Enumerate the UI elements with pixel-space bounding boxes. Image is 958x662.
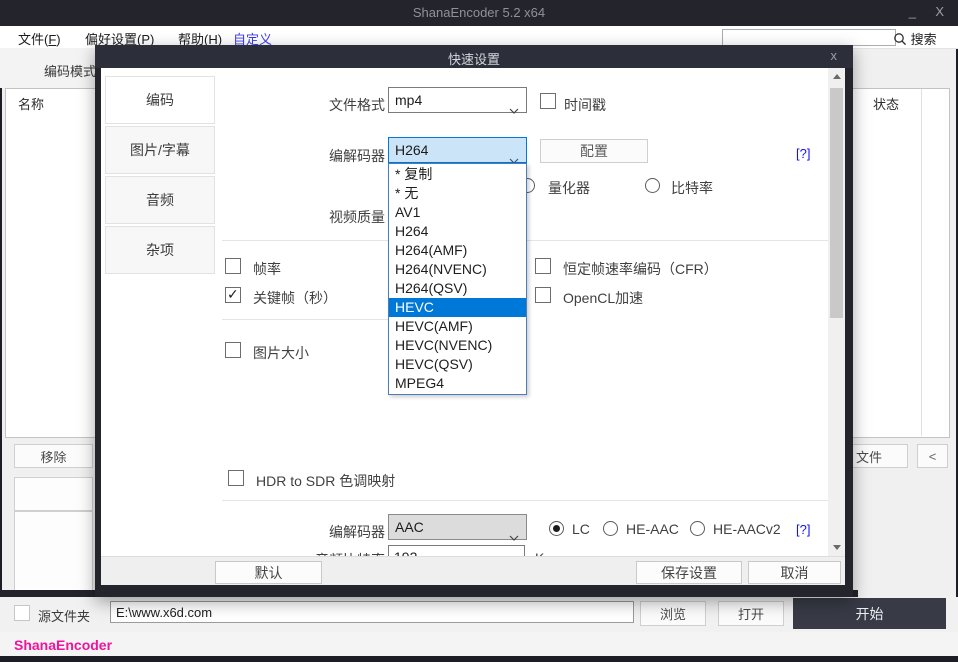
open-button[interactable]: 打开	[718, 601, 784, 626]
start-button[interactable]: 开始	[793, 598, 946, 629]
quantizer-label: 量化器	[548, 178, 590, 198]
audio-codec-select[interactable]: AAC	[388, 514, 527, 540]
codec-select[interactable]: H264	[388, 137, 527, 163]
audio-help-link[interactable]: [?]	[796, 522, 810, 537]
dialog-titlebar: 快速设置 x	[95, 45, 853, 68]
lc-label: LC	[572, 521, 590, 537]
opencl-checkbox[interactable]	[535, 287, 551, 303]
video-quality-label: 视频质量	[221, 207, 385, 227]
bottom-bar: 源文件夹 浏览 打开 开始	[0, 597, 958, 632]
bitrate-label: 比特率	[671, 178, 713, 198]
timestamp-label: 时间戳	[564, 95, 606, 115]
tab-encode-mode[interactable]: 编码模式	[44, 61, 96, 80]
source-folder-checkbox[interactable]	[14, 605, 30, 621]
menu-file[interactable]: 文件(F)	[18, 29, 61, 48]
picture-size-checkbox[interactable]	[225, 342, 241, 358]
quick-settings-dialog: 快速设置 x 编码 图片/字幕 音频 杂项 文件格式 mp4 时间戳 编解码器 …	[95, 45, 853, 597]
preset-box-top	[14, 477, 93, 511]
hdr-label: HDR to SDR 色调映射	[256, 471, 395, 491]
codec-help-link[interactable]: [?]	[796, 146, 810, 161]
default-button[interactable]: 默认	[215, 561, 322, 584]
scroll-up-icon[interactable]	[828, 68, 845, 85]
codec-dropdown-item[interactable]: H264(QSV)	[389, 279, 526, 298]
hdr-checkbox[interactable]	[228, 470, 244, 486]
divider	[222, 240, 838, 241]
preset-box-bottom	[14, 511, 93, 592]
he-aacv2-radio[interactable]	[690, 521, 705, 536]
lc-radio[interactable]	[549, 521, 564, 536]
column-divider	[921, 89, 922, 436]
keyframe-checkbox[interactable]	[225, 287, 241, 303]
codec-dropdown-list: * 复制* 无AV1H264H264(AMF)H264(NVENC)H264(Q…	[388, 163, 527, 395]
chevron-down-icon	[509, 97, 519, 121]
framerate-checkbox[interactable]	[225, 258, 241, 274]
cfr-label: 恒定帧速率编码（CFR）	[563, 259, 718, 279]
column-header-name[interactable]: 名称	[18, 94, 44, 113]
codec-dropdown-item[interactable]: HEVC(NVENC)	[389, 336, 526, 355]
he-aac-label: HE-AAC	[626, 521, 679, 537]
he-aac-radio[interactable]	[603, 521, 618, 536]
cancel-button[interactable]: 取消	[748, 561, 841, 584]
opencl-label: OpenCL加速	[563, 288, 643, 308]
audio-codec-label: 编解码器	[221, 522, 385, 542]
timestamp-checkbox[interactable]	[540, 93, 556, 109]
codec-dropdown-item[interactable]: H264(AMF)	[389, 241, 526, 260]
divider	[222, 500, 838, 501]
codec-dropdown-item[interactable]: HEVC	[389, 298, 526, 317]
file-format-label: 文件格式	[221, 95, 385, 115]
tab-encode[interactable]: 编码	[105, 76, 215, 124]
dialog-close-button[interactable]: x	[831, 48, 838, 63]
dialog-footer: 默认 保存设置 取消	[101, 556, 845, 585]
search-label: 搜索	[911, 32, 937, 47]
cfr-checkbox[interactable]	[535, 258, 551, 274]
codec-dropdown-item[interactable]: HEVC(AMF)	[389, 317, 526, 336]
codec-dropdown-item[interactable]: * 复制	[389, 165, 526, 184]
codec-dropdown-item[interactable]: H264(NVENC)	[389, 260, 526, 279]
search-input[interactable]	[722, 29, 896, 46]
codec-dropdown-item[interactable]: MPEG4	[389, 374, 526, 393]
remove-button[interactable]: 移除	[14, 444, 93, 468]
he-aacv2-label: HE-AACv2	[713, 521, 781, 537]
window-border-bottom	[0, 656, 958, 662]
codec-dropdown-item[interactable]: * 无	[389, 184, 526, 203]
minimize-button[interactable]: _	[909, 4, 916, 19]
source-folder-label: 源文件夹	[38, 606, 90, 625]
column-header-status[interactable]: 状态	[873, 94, 899, 113]
tab-picture-subtitle[interactable]: 图片/字幕	[105, 126, 215, 174]
dialog-scrollbar[interactable]	[828, 68, 845, 556]
window-border-left	[0, 26, 2, 656]
tab-audio[interactable]: 音频	[105, 176, 215, 224]
titlebar: ShanaEncoder 5.2 x64 _ X	[0, 0, 958, 26]
source-path-input[interactable]	[110, 601, 634, 623]
scrollbar-thumb[interactable]	[830, 88, 843, 318]
save-settings-button[interactable]: 保存设置	[636, 561, 742, 584]
close-button[interactable]: X	[935, 4, 944, 19]
dialog-title: 快速设置	[95, 49, 853, 68]
window-title: ShanaEncoder 5.2 x64	[0, 5, 958, 20]
keyframe-label: 关键帧（秒）	[253, 288, 337, 308]
dialog-body: 编码 图片/字幕 音频 杂项 文件格式 mp4 时间戳 编解码器 H264 配置…	[101, 68, 845, 585]
brand-text: ShanaEncoder	[14, 637, 112, 653]
bitrate-radio[interactable]	[645, 178, 660, 193]
codec-dropdown-item[interactable]: HEVC(QSV)	[389, 355, 526, 374]
scroll-down-icon[interactable]	[828, 539, 845, 556]
codec-dropdown-item[interactable]: H264	[389, 222, 526, 241]
search-icon	[893, 34, 911, 49]
codec-dropdown-item[interactable]: AV1	[389, 203, 526, 222]
configure-button[interactable]: 配置	[540, 139, 648, 163]
search-area[interactable]: 搜索	[893, 29, 937, 49]
tab-misc[interactable]: 杂项	[105, 226, 215, 274]
codec-label: 编解码器	[221, 146, 385, 166]
collapse-button[interactable]: <	[917, 444, 948, 468]
picture-size-label: 图片大小	[253, 343, 309, 363]
divider	[222, 319, 388, 320]
status-bar: ShanaEncoder	[0, 632, 958, 656]
browse-button[interactable]: 浏览	[640, 601, 706, 626]
file-format-select[interactable]: mp4	[388, 87, 527, 113]
framerate-label: 帧率	[253, 259, 281, 279]
